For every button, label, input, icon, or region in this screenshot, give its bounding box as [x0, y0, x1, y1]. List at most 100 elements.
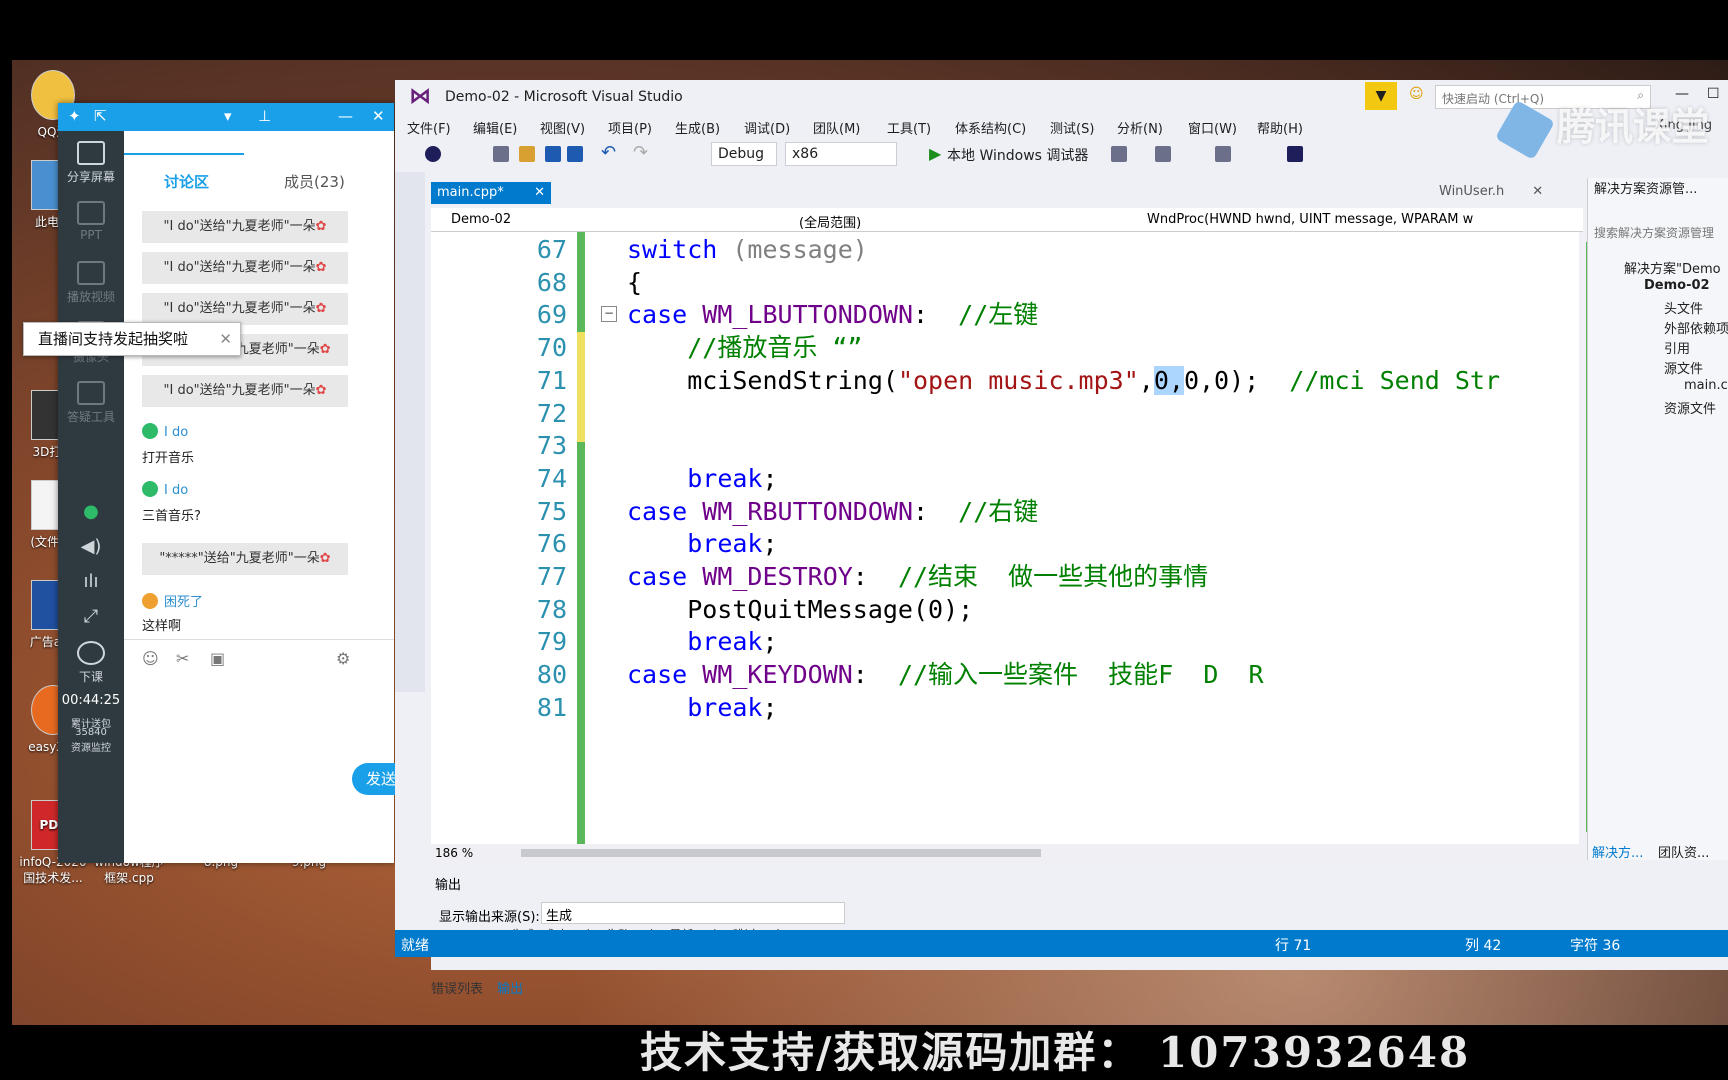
tab-error-list[interactable]: 错误列表	[431, 982, 483, 997]
feedback-icon[interactable]: ☺	[1409, 86, 1424, 102]
menu-help[interactable]: 帮助(H)	[1257, 118, 1303, 137]
tree-solution[interactable]: 解决方案"Demo	[1624, 258, 1721, 277]
menu-project[interactable]: 项目(P)	[608, 118, 652, 137]
close-icon[interactable]: ✕	[372, 107, 385, 125]
menu-build[interactable]: 生成(B)	[675, 118, 720, 137]
run-icon[interactable]: ▶	[929, 144, 941, 163]
chat-username[interactable]: I do	[142, 423, 188, 440]
tab-winuser-h[interactable]: WinUser.h ✕	[1439, 184, 1543, 199]
chat-username[interactable]: I do	[142, 481, 188, 498]
pin-window-icon[interactable]: ⊥	[258, 107, 271, 125]
close-icon[interactable]: ✕	[534, 182, 545, 204]
menu-tools[interactable]: 工具(T)	[887, 118, 931, 137]
code-editor[interactable]: − 67 switch (message) 68{69 case WM_LBUTTON…	[431, 232, 1579, 844]
code-line[interactable]: 70 //播放音乐 “”	[431, 330, 1579, 366]
code-line[interactable]: 75 case WM_RBUTTONDOWN: //右键	[431, 494, 1579, 530]
share-icon[interactable]: ⇱	[94, 107, 107, 125]
back-icon[interactable]	[425, 146, 441, 162]
dropdown-icon[interactable]: ▾	[224, 107, 232, 125]
toolbox-button[interactable]: 答疑工具	[58, 381, 124, 425]
zoom-select[interactable]: 186 %	[435, 846, 473, 860]
toolbar-icon[interactable]	[1111, 146, 1127, 162]
save-icon[interactable]	[545, 146, 561, 162]
pin-icon[interactable]: ✦	[68, 107, 81, 125]
new-project-icon[interactable]	[493, 146, 509, 162]
tab-output[interactable]: 输出	[497, 982, 523, 997]
menu-view[interactable]: 视图(V)	[540, 118, 585, 137]
mic-button[interactable]: ●	[58, 501, 124, 522]
tab-team-explorer[interactable]: 团队资...	[1658, 842, 1709, 860]
tree-main-cpp[interactable]: main.c	[1684, 378, 1728, 393]
tree-sources[interactable]: 源文件	[1664, 358, 1703, 377]
code-line[interactable]: 74 break;	[431, 461, 1579, 497]
code-text: PostQuitMessage(0);	[627, 592, 973, 628]
code-line[interactable]: 72	[431, 396, 1579, 432]
speaker-button[interactable]: ◀)	[58, 536, 124, 557]
emoji-icon[interactable]: ☺	[142, 649, 159, 668]
menu-edit[interactable]: 编辑(E)	[473, 118, 517, 137]
horizontal-scrollbar[interactable]	[521, 849, 1041, 857]
code-line[interactable]: 67 switch (message)	[431, 232, 1579, 268]
toolbar-icon[interactable]	[1215, 146, 1231, 162]
menu-team[interactable]: 团队(M)	[813, 118, 860, 137]
code-line[interactable]: 71 mciSendString("open music.mp3",0,0,0)…	[431, 363, 1579, 399]
code-line[interactable]: 76 break;	[431, 526, 1579, 562]
tree-headers[interactable]: 头文件	[1664, 298, 1703, 317]
code-token: case	[627, 660, 688, 690]
minimize-icon[interactable]: —	[338, 107, 353, 125]
tree-project[interactable]: Demo-02	[1644, 278, 1710, 293]
share-screen-button[interactable]: 分享屏幕	[58, 141, 124, 185]
stats-button[interactable]: ılı	[58, 571, 124, 592]
bookmark-icon[interactable]	[1287, 146, 1303, 162]
code-line[interactable]: 80 case WM_KEYDOWN: //输入一些案件 技能F D R	[431, 657, 1579, 693]
menu-debug[interactable]: 调试(D)	[744, 118, 790, 137]
save-all-icon[interactable]	[567, 146, 583, 162]
tree-external-deps[interactable]: 外部依赖项	[1664, 318, 1728, 337]
run-debugger-button[interactable]: 本地 Windows 调试器	[947, 145, 1088, 165]
redo-icon[interactable]: ↷	[633, 142, 648, 163]
menu-test[interactable]: 测试(S)	[1050, 118, 1094, 137]
scope-dropdown[interactable]: (全局范围)	[799, 212, 861, 231]
input-divider	[124, 639, 394, 640]
project-dropdown[interactable]: Demo-02	[451, 212, 511, 227]
scissors-icon[interactable]: ✂	[176, 649, 189, 668]
tab-solution-explorer[interactable]: 解决方...	[1592, 842, 1643, 860]
undo-icon[interactable]: ↶	[601, 142, 616, 163]
tree-references[interactable]: 引用	[1664, 338, 1690, 357]
settings-icon[interactable]: ⚙	[336, 649, 350, 668]
tree-resources[interactable]: 资源文件	[1664, 398, 1716, 417]
menu-architecture[interactable]: 体系结构(C)	[955, 118, 1026, 137]
code-line[interactable]: 79 break;	[431, 624, 1579, 660]
menu-file[interactable]: 文件(F)	[407, 118, 451, 137]
toolbox-strip[interactable]	[395, 172, 425, 692]
code-line[interactable]: 68 {	[431, 265, 1579, 301]
toolbar-icon[interactable]	[1155, 146, 1171, 162]
menu-window[interactable]: 窗口(W)	[1188, 118, 1237, 137]
end-class-button[interactable]: 下课	[58, 641, 124, 685]
output-source-select[interactable]: 生成	[541, 902, 845, 924]
play-video-button[interactable]: 播放视频	[58, 261, 124, 305]
chat-message: 打开音乐	[142, 451, 195, 466]
ppt-button[interactable]: PPT	[58, 201, 124, 242]
image-icon[interactable]: ▣	[210, 649, 225, 668]
close-icon[interactable]: ✕	[1532, 184, 1543, 199]
menu-analyze[interactable]: 分析(N)	[1117, 118, 1163, 137]
platform-select[interactable]: x86	[785, 142, 897, 166]
code-line[interactable]: 77 case WM_DESTROY: //结束 做一些其他的事情	[431, 559, 1579, 595]
config-select[interactable]: Debug	[711, 142, 777, 166]
code-line[interactable]: 78 PostQuitMessage(0);	[431, 592, 1579, 628]
open-icon[interactable]	[519, 146, 535, 162]
tab-main-cpp[interactable]: main.cpp* ✕	[431, 182, 551, 204]
code-line[interactable]: 81 break;	[431, 690, 1579, 726]
tab-members[interactable]: 成员(23)	[284, 171, 345, 192]
code-line[interactable]: 69 case WM_LBUTTONDOWN: //左键	[431, 297, 1579, 333]
code-token: break	[687, 529, 763, 559]
expand-button[interactable]: ⤢	[58, 606, 124, 627]
tab-discussion[interactable]: 讨论区	[164, 171, 209, 192]
close-icon[interactable]: ✕	[219, 323, 232, 355]
member-dropdown[interactable]: WndProc(HWND hwnd, UINT message, WPARAM …	[1147, 212, 1473, 227]
solution-search[interactable]: 搜索解决方案资源管理	[1594, 224, 1714, 241]
chat-username[interactable]: 困死了	[142, 591, 203, 610]
code-line[interactable]: 73	[431, 428, 1579, 464]
filter-icon[interactable]: ▼	[1365, 82, 1397, 110]
